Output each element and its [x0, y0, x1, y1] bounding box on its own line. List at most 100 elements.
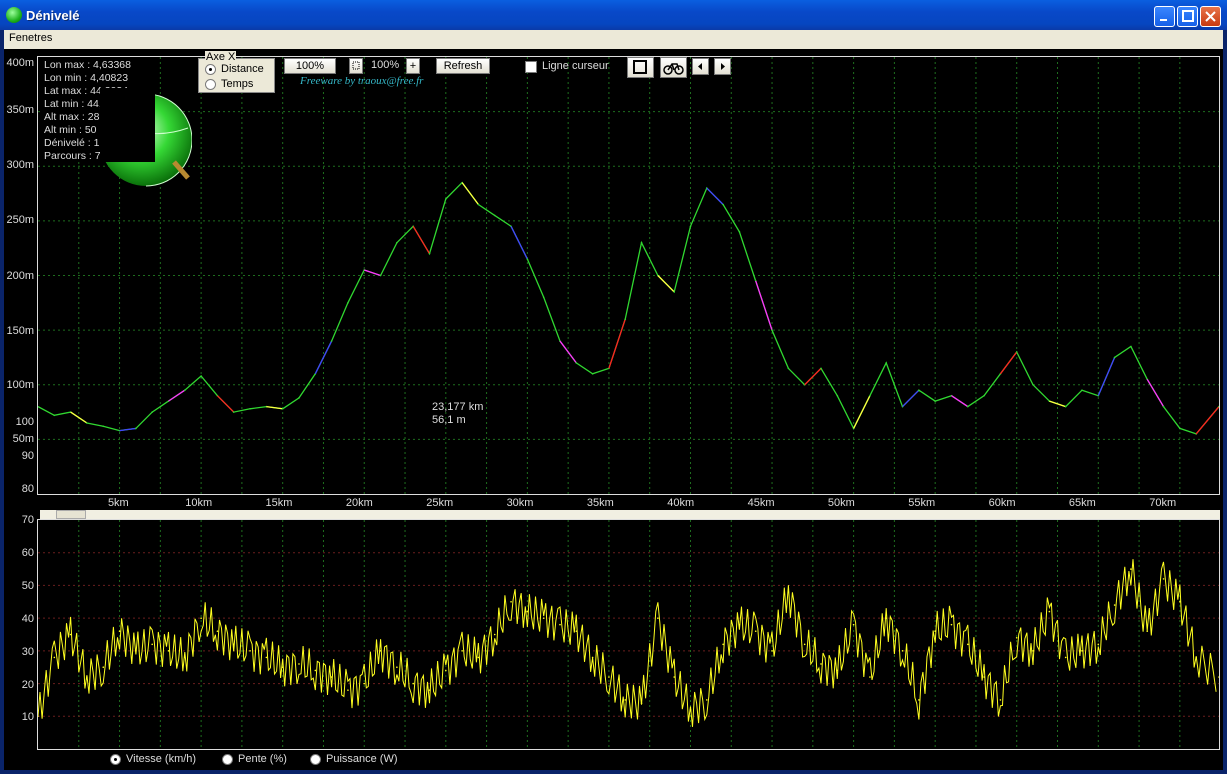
speed-point [102, 666, 105, 669]
elevation-point [575, 362, 578, 364]
speed-point [836, 669, 839, 672]
speed-y-tick: 40 [21, 613, 34, 625]
speed-point [232, 643, 235, 646]
horizontal-scrollbar[interactable] [40, 510, 1220, 519]
speed-point [542, 617, 545, 619]
radio-distance-label: Distance [221, 63, 264, 75]
speed-y-tick: 10 [21, 711, 34, 723]
elevation-y-tick: 50m [12, 433, 34, 445]
speed-point [966, 643, 969, 646]
elevation-accent-segment [608, 318, 626, 369]
elevation-point [379, 274, 382, 277]
elevation-x-tick: 20km [345, 497, 373, 509]
speed-point [591, 656, 594, 659]
elevation-x-tick: 5km [107, 497, 129, 509]
maximize-button[interactable] [1177, 6, 1198, 27]
refresh-button[interactable]: Refresh [436, 58, 490, 74]
speed-point [249, 650, 251, 652]
elevation-point [396, 241, 398, 244]
speed-point [738, 623, 741, 626]
speed-point [640, 702, 643, 704]
next-button[interactable] [714, 58, 731, 75]
speed-point [314, 669, 317, 672]
speed-point [1015, 636, 1018, 639]
elevation-point [966, 405, 969, 408]
menu-fenetres[interactable]: Fenetres [9, 32, 52, 44]
elevation-point [673, 291, 675, 293]
speed-point [983, 676, 985, 678]
zoom-fit-button[interactable] [349, 58, 363, 74]
elevation-x-tick: 50km [827, 497, 855, 509]
speed-point [771, 650, 773, 652]
speed-point [510, 600, 512, 603]
elevation-y-tick: 100m [6, 379, 34, 391]
close-button[interactable] [1200, 6, 1221, 27]
elevation-panel [37, 56, 1220, 495]
speed-point [657, 617, 659, 619]
elevation-accent-segment [1049, 400, 1066, 408]
speed-point [803, 643, 806, 646]
elevation-point [1064, 405, 1067, 408]
elevation-x-tick: 15km [265, 497, 293, 509]
ligne-curseur-label: Ligne curseur [542, 60, 609, 72]
speed-point [575, 630, 578, 633]
ligne-curseur-checkbox[interactable] [525, 61, 537, 73]
elevation-point [1179, 427, 1181, 430]
speed-point [608, 676, 610, 678]
radio-vitesse-label: Vitesse (km/h) [126, 753, 197, 765]
elevation-point [184, 389, 186, 392]
info-line: Lon max : 4,63368 [44, 59, 131, 71]
elevation-x-tick: 60km [988, 497, 1016, 509]
elevation-accent-segment [657, 275, 675, 293]
speed-point [673, 676, 675, 678]
elevation-x-tick: 10km [185, 497, 213, 509]
speed-y-tick: 20 [21, 679, 34, 691]
speed-point [37, 715, 39, 718]
speed-point [135, 650, 137, 652]
elevation-point [151, 411, 153, 413]
radio-pente-label: Pente (%) [238, 753, 287, 765]
radio-pente[interactable] [222, 754, 233, 765]
zoom-plus-button[interactable]: + [406, 58, 420, 74]
radio-puissance[interactable] [310, 754, 321, 765]
speed-point [754, 630, 757, 633]
square-button[interactable] [627, 57, 654, 78]
zoom-label: 100% [371, 59, 400, 71]
elevation-point [1130, 345, 1132, 348]
radio-distance[interactable] [205, 64, 216, 75]
speed-point [184, 656, 186, 659]
speed-point [151, 643, 153, 646]
speed-point [1179, 600, 1181, 603]
elevation-series-line [37, 181, 1220, 435]
bike-icon [663, 63, 684, 75]
radio-temps[interactable] [205, 79, 216, 90]
info-line: Lon min : 4,40823 [44, 72, 129, 84]
speed-point [559, 623, 561, 626]
prev-button[interactable] [692, 58, 709, 75]
app-globe-icon [6, 7, 22, 23]
elevation-point [428, 252, 431, 255]
speed-point [869, 676, 871, 678]
speed-point [918, 699, 920, 701]
minimize-button[interactable] [1154, 6, 1175, 27]
elevation-point [249, 407, 251, 410]
speed-y-tick: 60 [21, 547, 34, 559]
elevation-point [477, 203, 480, 206]
speed-point [298, 663, 300, 665]
bike-button[interactable] [660, 57, 687, 78]
cursor-distance: 23,177 km [432, 401, 484, 413]
elevation-x-tick: 25km [426, 497, 454, 509]
elevation-accent-segment [119, 427, 136, 432]
elevation-point [771, 329, 773, 331]
elevation-accent-segment [902, 389, 920, 408]
speed-point [999, 699, 1002, 701]
radio-vitesse[interactable] [110, 754, 121, 765]
elevation-point [722, 203, 724, 206]
scroll-thumb[interactable] [56, 510, 86, 519]
elevation-accent-segment [461, 182, 479, 205]
elevation-point [493, 214, 496, 217]
radio-puissance-label: Puissance (W) [326, 753, 398, 765]
speed-point [787, 591, 790, 593]
zoom-100-button[interactable]: 100% [284, 58, 336, 74]
speed-point [885, 617, 888, 619]
